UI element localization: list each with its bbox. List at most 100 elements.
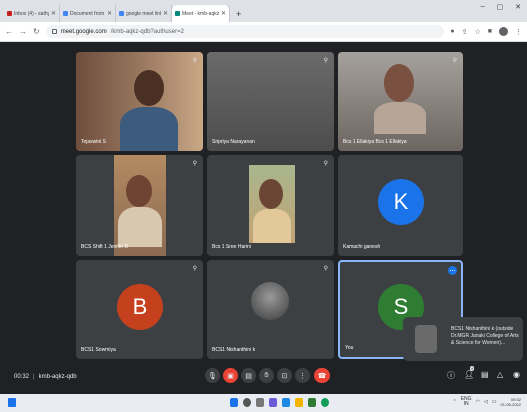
info-icon[interactable]: ⓘ xyxy=(447,370,455,381)
activities-icon[interactable]: △ xyxy=(497,370,503,379)
avatar: B xyxy=(117,284,163,330)
extensions-icon[interactable]: ■ xyxy=(488,28,492,35)
system-tray: ⌃ ENG IN ◠ ◁ ▭ 09:32 01-05-2022 xyxy=(453,397,521,408)
raise-hand-icon: ✋︎ xyxy=(264,371,269,379)
meeting-time: 00:32 xyxy=(14,374,30,380)
maximize-icon[interactable]: ▢ xyxy=(497,3,504,11)
captions-button[interactable]: ▤ xyxy=(241,368,256,383)
search-icon[interactable] xyxy=(243,398,251,407)
file-explorer-icon[interactable] xyxy=(295,398,303,407)
pin-icon[interactable]: ⚲ xyxy=(324,265,328,272)
battery-icon[interactable]: ▭ xyxy=(492,399,497,405)
meet-icon xyxy=(175,11,180,16)
avatar: K xyxy=(378,179,424,225)
close-icon[interactable]: ✕ xyxy=(107,10,112,17)
tab-meet[interactable]: Meet - kmb-aqkz-qdb ✕ xyxy=(172,5,230,22)
close-icon[interactable]: ✕ xyxy=(163,10,168,17)
new-tab-button[interactable]: + xyxy=(230,5,247,22)
people-icon[interactable]: 👤︎ xyxy=(464,370,474,379)
pin-icon[interactable]: ⚲ xyxy=(193,57,197,64)
end-call-icon: ☎︎ xyxy=(317,372,327,380)
pin-icon[interactable]: ⚲ xyxy=(193,265,197,272)
close-icon[interactable]: ✕ xyxy=(221,10,226,17)
participant-tile[interactable]: ⚲ Sripriya Narayanan xyxy=(207,52,334,151)
forward-icon[interactable]: → xyxy=(19,27,27,36)
window-controls: – ▢ ✕ xyxy=(481,3,521,11)
pin-icon[interactable]: ⚲ xyxy=(193,160,197,167)
speaking-indicator-icon xyxy=(448,266,457,275)
more-options-button[interactable]: ⋮ xyxy=(295,368,310,383)
participant-name: BCS1 Sowmiya xyxy=(81,347,116,353)
pin-icon[interactable]: ⚲ xyxy=(453,57,457,64)
star-icon[interactable]: ☆ xyxy=(474,28,480,36)
url-field[interactable]: meet.google.com/kmb-aqkz-qdb?authuser=2 xyxy=(45,25,445,38)
profile-photo xyxy=(251,282,289,320)
store-icon[interactable] xyxy=(308,398,316,407)
windows-start-icon[interactable] xyxy=(8,398,16,407)
participant-tile[interactable]: ⚲ Tejaswini S xyxy=(76,52,203,151)
tab-google-search[interactable]: google meet link - priyasathya ✕ xyxy=(116,5,172,22)
chrome-icon[interactable] xyxy=(321,398,329,407)
mic-button[interactable]: 🎙︎ xyxy=(205,368,220,383)
floating-preview[interactable]: BCS1 Nishanthini k (outside Dr.MGR Janak… xyxy=(403,317,523,361)
participant-tile[interactable]: B ⚲ BCS1 Sowmiya xyxy=(76,260,203,359)
participant-name: Kamachi ganesh xyxy=(343,244,381,250)
task-view-icon[interactable] xyxy=(256,398,264,407)
preview-thumbnail xyxy=(415,325,437,353)
present-button[interactable]: ⊡ xyxy=(277,368,292,383)
raise-hand-button[interactable]: ✋︎ xyxy=(259,368,274,383)
end-call-button[interactable]: ☎︎ xyxy=(314,368,330,383)
close-icon[interactable]: ✕ xyxy=(51,10,56,17)
participant-tile[interactable]: ⚲ Bcs 1 Sree Harini xyxy=(207,155,334,256)
url-host: meet.google.com xyxy=(60,28,107,35)
host-controls-icon[interactable]: ◉ xyxy=(513,370,520,379)
volume-icon[interactable]: ◁ xyxy=(484,399,488,405)
tab-gmail[interactable]: Inbox (4) - sathyapriya7@SV9MIG ✕ xyxy=(4,5,60,22)
participant-tile[interactable]: ⚲ BCS Shift 1 Jenifer D xyxy=(76,155,203,256)
person-body xyxy=(118,207,162,247)
chat-icon[interactable]: ▤ xyxy=(481,370,489,379)
camera-off-icon: ▣ xyxy=(227,372,234,380)
tab-title: google meet link - priyasathya xyxy=(126,10,161,17)
camera-toggle-button[interactable]: ▣ xyxy=(223,368,238,383)
address-bar-row: ← → ↻ meet.google.com/kmb-aqkz-qdb?authu… xyxy=(0,22,527,42)
captions-icon: ▤ xyxy=(245,372,252,380)
date-label: 01-05-2022 xyxy=(500,402,521,407)
menu-icon[interactable]: ⋮ xyxy=(515,28,522,36)
meeting-details: 00:32 | kmb-aqkz-qdb xyxy=(14,374,77,380)
present-icon: ⊡ xyxy=(281,372,288,380)
doc-icon xyxy=(63,11,68,16)
browser-actions: ● ⇪ ☆ ■ ⋮ xyxy=(450,27,522,36)
edge-icon[interactable] xyxy=(282,398,290,407)
person-head xyxy=(384,64,414,102)
chevron-up-icon[interactable]: ⌃ xyxy=(453,399,457,405)
tab-document[interactable]: Document from Sathya💗 - Go ✕ xyxy=(60,5,116,22)
camera-icon[interactable]: ● xyxy=(450,28,454,35)
lock-icon xyxy=(51,29,57,34)
video-feed xyxy=(207,52,334,151)
input-language[interactable]: ENG IN xyxy=(461,397,472,407)
participant-name: Sripriya Narayanan xyxy=(212,139,255,145)
screen: Inbox (4) - sathyapriya7@SV9MIG ✕ Docume… xyxy=(0,0,527,412)
clock[interactable]: 09:32 01-05-2022 xyxy=(501,397,521,407)
windows-icon[interactable] xyxy=(230,398,238,407)
gmail-icon xyxy=(7,11,12,16)
close-window-icon[interactable]: ✕ xyxy=(515,3,521,11)
pin-icon[interactable]: ⚲ xyxy=(324,160,328,167)
share-icon[interactable]: ⇪ xyxy=(462,28,468,36)
person-head xyxy=(259,179,283,209)
reload-icon[interactable]: ↻ xyxy=(33,27,40,36)
avatar[interactable] xyxy=(499,27,508,36)
wifi-icon[interactable]: ◠ xyxy=(476,399,480,405)
teams-icon[interactable] xyxy=(269,398,277,407)
mic-icon: 🎙︎ xyxy=(208,372,217,380)
participant-tile[interactable]: K Kamachi ganesh xyxy=(338,155,463,256)
more-icon: ⋮ xyxy=(299,372,306,380)
back-icon[interactable]: ← xyxy=(5,27,13,36)
minimize-icon[interactable]: – xyxy=(481,3,485,11)
participant-tile[interactable]: ⚲ Bcs 1 Ellakiya Bcs 1 Ellakiya xyxy=(338,52,463,151)
tab-title: Document from Sathya💗 - Go xyxy=(70,10,105,17)
participant-tile[interactable]: ⚲ BCS1 Nishanthini k xyxy=(207,260,334,359)
pin-icon[interactable]: ⚲ xyxy=(324,57,328,64)
person-body xyxy=(374,102,426,134)
